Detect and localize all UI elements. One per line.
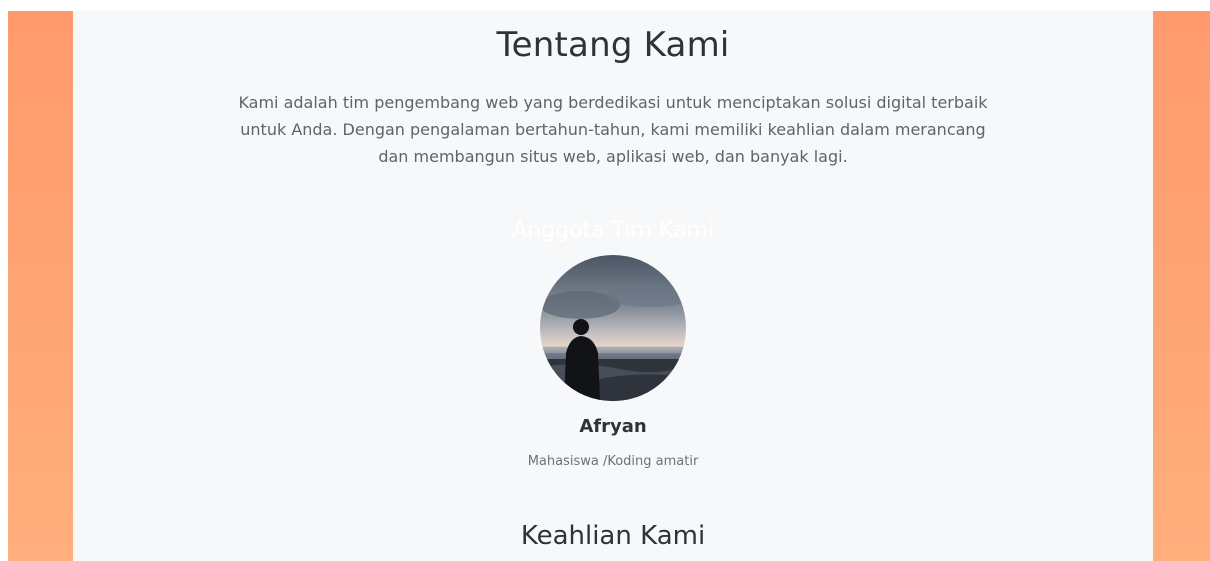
avatar-photo [540, 255, 686, 401]
member-role: Mahasiswa /Koding amatir [527, 454, 699, 469]
member-avatar [540, 255, 686, 401]
page-title: Tentang Kami [496, 25, 730, 65]
member-name: Afryan [579, 416, 647, 437]
team-heading: Anggota Tim Kami [512, 218, 714, 243]
about-description: Kami adalah tim pengembang web yang berd… [238, 93, 988, 166]
about-section: Tentang Kami Kami adalah tim pengembang … [73, 11, 1153, 561]
skills-heading: Keahlian Kami [520, 521, 706, 551]
